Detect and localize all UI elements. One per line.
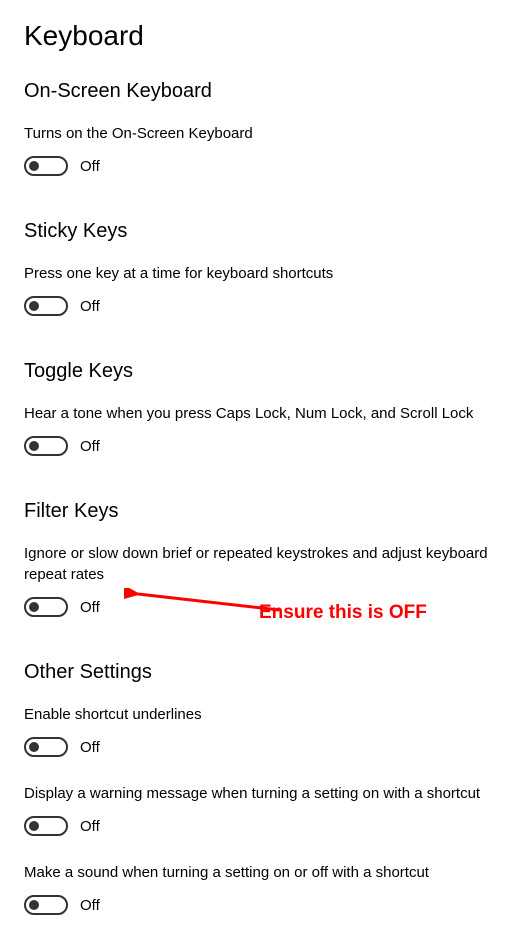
sticky-toggle-state: Off <box>80 298 100 315</box>
togglekeys-description: Hear a tone when you press Caps Lock, Nu… <box>24 403 496 424</box>
warning-message-description: Display a warning message when turning a… <box>24 783 496 804</box>
toggle-knob-icon <box>29 602 39 612</box>
section-heading-osk: On-Screen Keyboard <box>24 80 496 103</box>
filter-toggle[interactable] <box>24 597 68 617</box>
section-heading-other: Other Settings <box>24 661 496 684</box>
filter-description: Ignore or slow down brief or repeated ke… <box>24 543 496 585</box>
shortcut-underlines-description: Enable shortcut underlines <box>24 704 496 725</box>
section-other-settings: Other Settings Enable shortcut underline… <box>24 661 496 915</box>
sound-toggle[interactable] <box>24 895 68 915</box>
section-heading-sticky: Sticky Keys <box>24 220 496 243</box>
section-sticky-keys: Sticky Keys Press one key at a time for … <box>24 220 496 316</box>
sound-description: Make a sound when turning a setting on o… <box>24 862 496 883</box>
section-heading-togglekeys: Toggle Keys <box>24 360 496 383</box>
osk-description: Turns on the On-Screen Keyboard <box>24 123 496 144</box>
toggle-knob-icon <box>29 301 39 311</box>
shortcut-underlines-toggle-state: Off <box>80 739 100 756</box>
section-onscreen-keyboard: On-Screen Keyboard Turns on the On-Scree… <box>24 80 496 176</box>
shortcut-underlines-toggle[interactable] <box>24 737 68 757</box>
osk-toggle-state: Off <box>80 158 100 175</box>
section-filter-keys: Filter Keys Ignore or slow down brief or… <box>24 500 496 617</box>
warning-message-toggle[interactable] <box>24 816 68 836</box>
sticky-description: Press one key at a time for keyboard sho… <box>24 263 496 284</box>
sticky-toggle[interactable] <box>24 296 68 316</box>
togglekeys-toggle[interactable] <box>24 436 68 456</box>
filter-toggle-state: Off <box>80 599 100 616</box>
warning-message-toggle-state: Off <box>80 818 100 835</box>
toggle-knob-icon <box>29 821 39 831</box>
toggle-knob-icon <box>29 900 39 910</box>
togglekeys-toggle-state: Off <box>80 438 100 455</box>
toggle-knob-icon <box>29 742 39 752</box>
section-heading-filter: Filter Keys <box>24 500 496 523</box>
page-title: Keyboard <box>24 20 496 52</box>
toggle-knob-icon <box>29 441 39 451</box>
osk-toggle[interactable] <box>24 156 68 176</box>
toggle-knob-icon <box>29 161 39 171</box>
sound-toggle-state: Off <box>80 897 100 914</box>
section-toggle-keys: Toggle Keys Hear a tone when you press C… <box>24 360 496 456</box>
